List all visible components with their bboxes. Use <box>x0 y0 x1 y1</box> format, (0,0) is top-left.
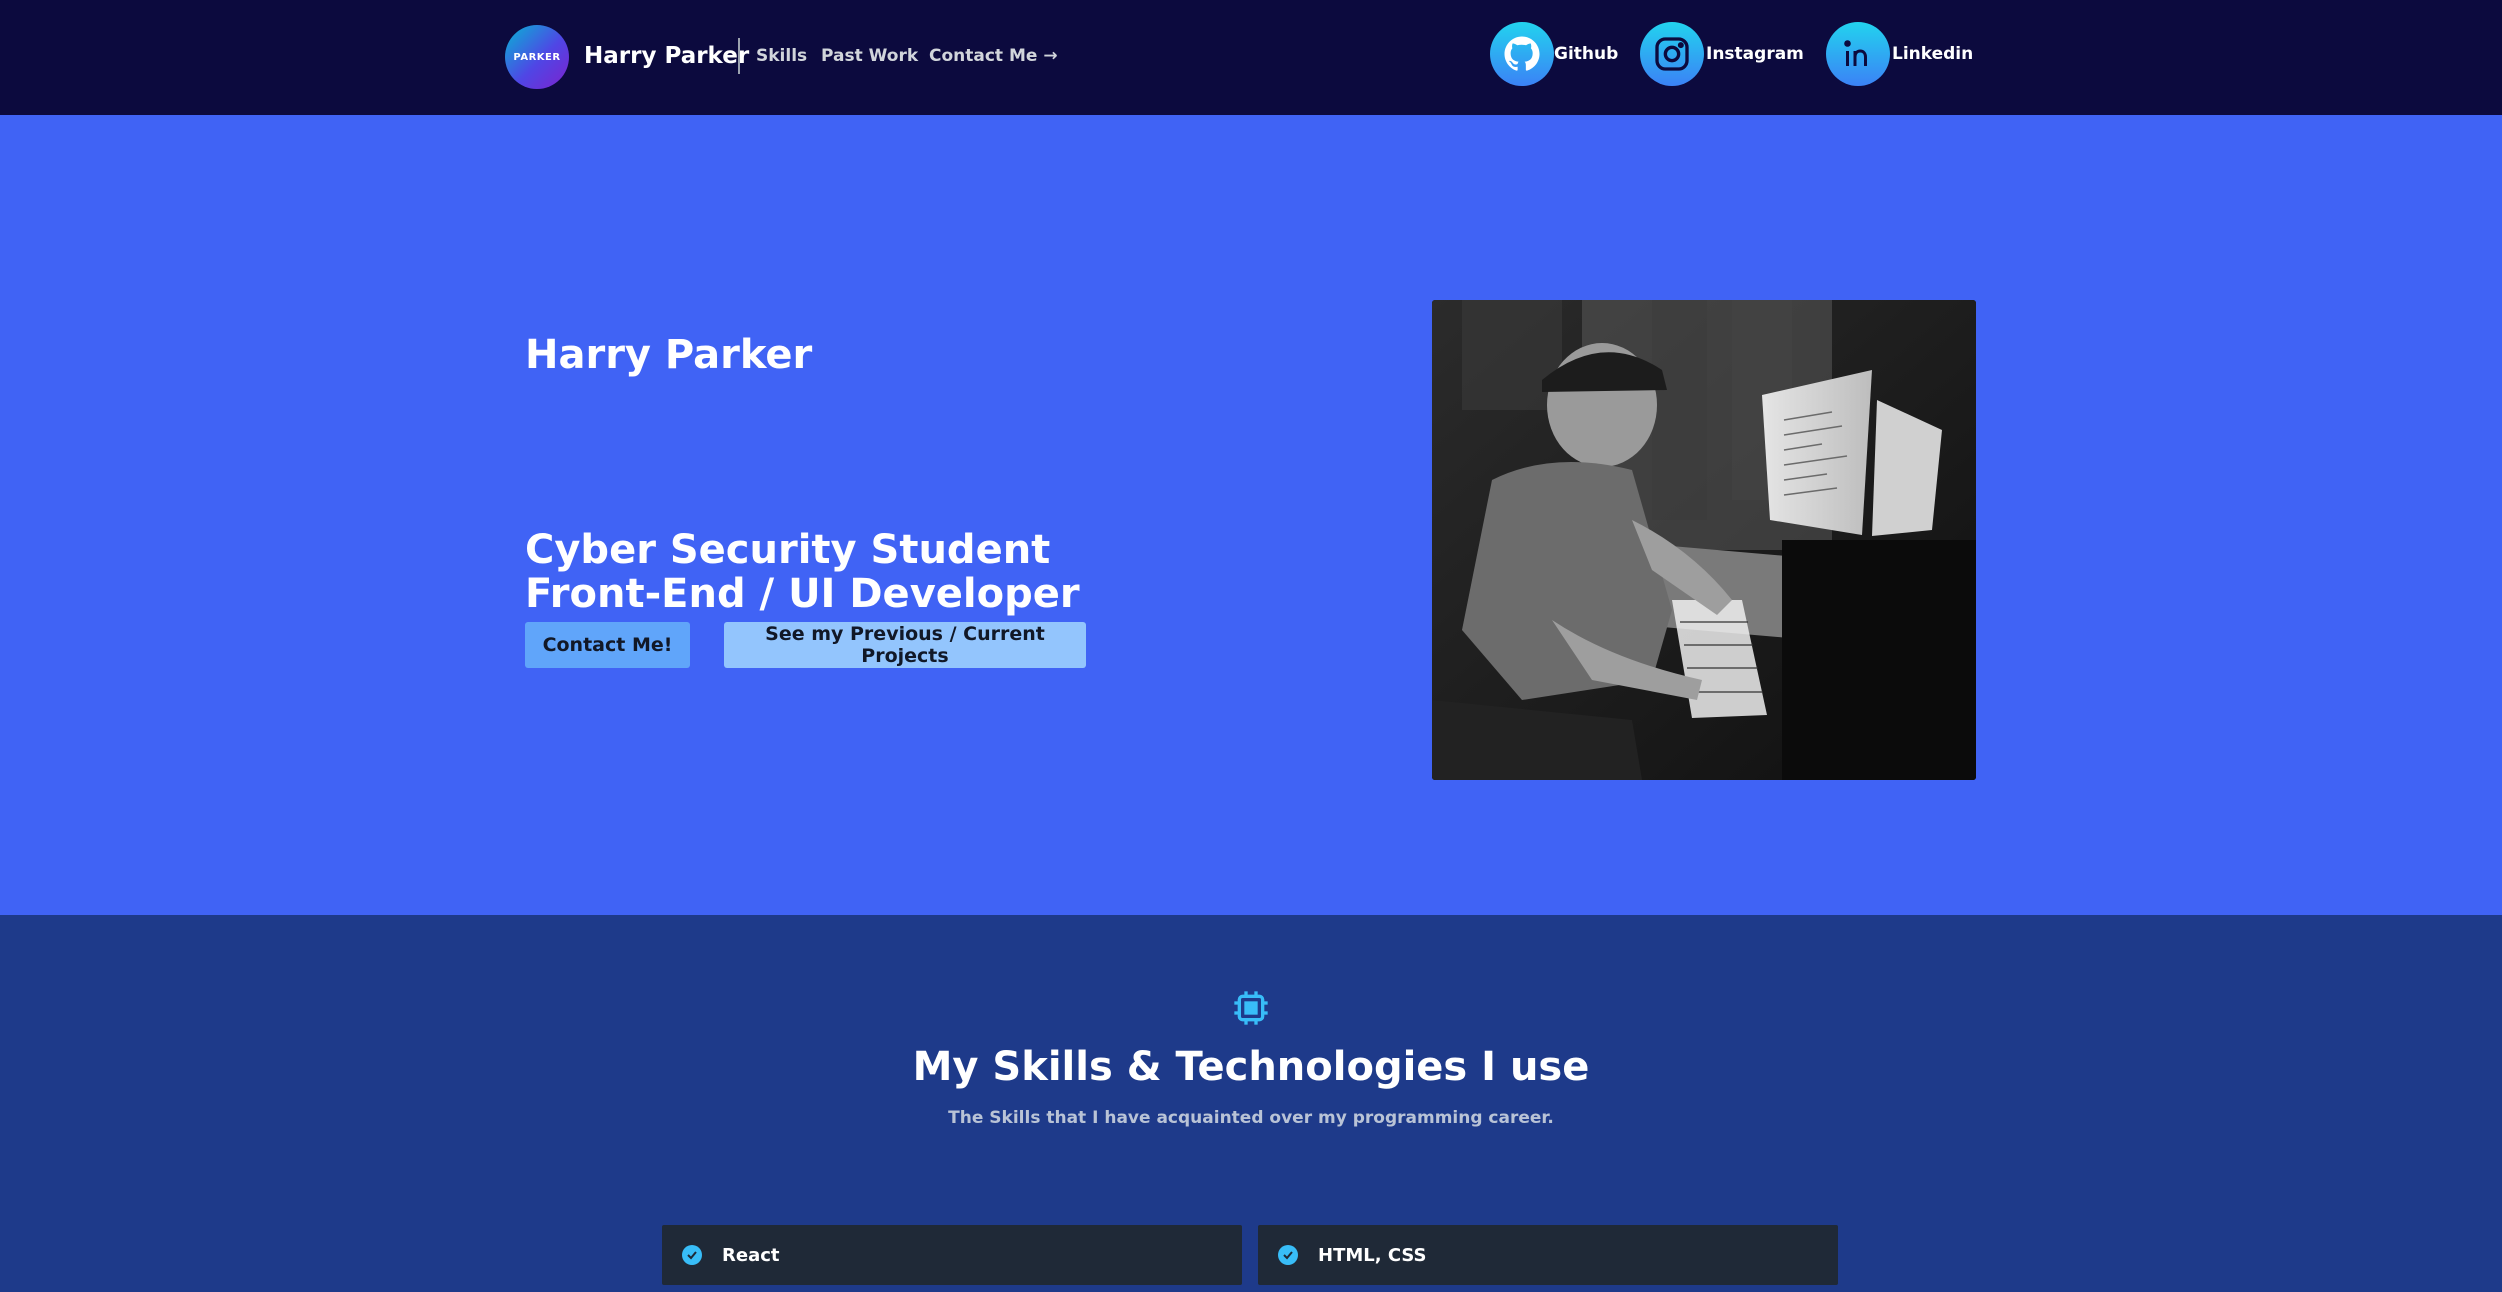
skill-label: HTML, CSS <box>1318 1244 1427 1266</box>
skills-subtitle: The Skills that I have acquainted over m… <box>948 1108 1554 1128</box>
contact-me-button[interactable]: Contact Me! <box>525 622 690 668</box>
skills-section <box>0 915 2502 1292</box>
nav-link-contact[interactable]: Contact Me → <box>929 44 1058 68</box>
check-icon <box>1278 1245 1298 1265</box>
skill-card-react: React <box>662 1225 1242 1285</box>
hero-role-line2: Front-End / UI Developer <box>525 571 1080 617</box>
chip-icon <box>1231 988 1271 1028</box>
projects-button[interactable]: See my Previous / Current Projects <box>724 622 1086 668</box>
github-icon <box>1490 22 1554 86</box>
brand-name[interactable]: Harry Parker <box>584 40 749 72</box>
logo[interactable]: PARKER <box>505 25 569 89</box>
skills-title: My Skills & Technologies I use <box>912 1044 1590 1090</box>
instagram-link[interactable]: Instagram <box>1640 22 1804 86</box>
skill-label: React <box>722 1244 780 1266</box>
nav-link-skills[interactable]: Skills <box>756 44 807 68</box>
linkedin-link[interactable]: Linkedin <box>1826 22 1973 86</box>
logo-text: PARKER <box>513 51 561 63</box>
top-navbar: PARKER Harry Parker Skills Past Work Con… <box>0 0 2502 115</box>
check-icon <box>682 1245 702 1265</box>
instagram-icon <box>1640 22 1704 86</box>
linkedin-label: Linkedin <box>1892 44 1974 64</box>
linkedin-icon <box>1826 22 1890 86</box>
github-link[interactable]: Github <box>1490 22 1618 86</box>
skill-card-html-css: HTML, CSS <box>1258 1225 1838 1285</box>
github-label: Github <box>1554 44 1619 64</box>
hero-section <box>0 115 2502 915</box>
nav-divider <box>738 38 740 74</box>
hero-name: Harry Parker <box>525 332 813 378</box>
nav-link-past-work[interactable]: Past Work <box>821 44 918 68</box>
hero-role-line1: Cyber Security Student <box>525 527 1051 573</box>
developer-photo <box>1432 300 1976 780</box>
instagram-label: Instagram <box>1706 44 1804 64</box>
